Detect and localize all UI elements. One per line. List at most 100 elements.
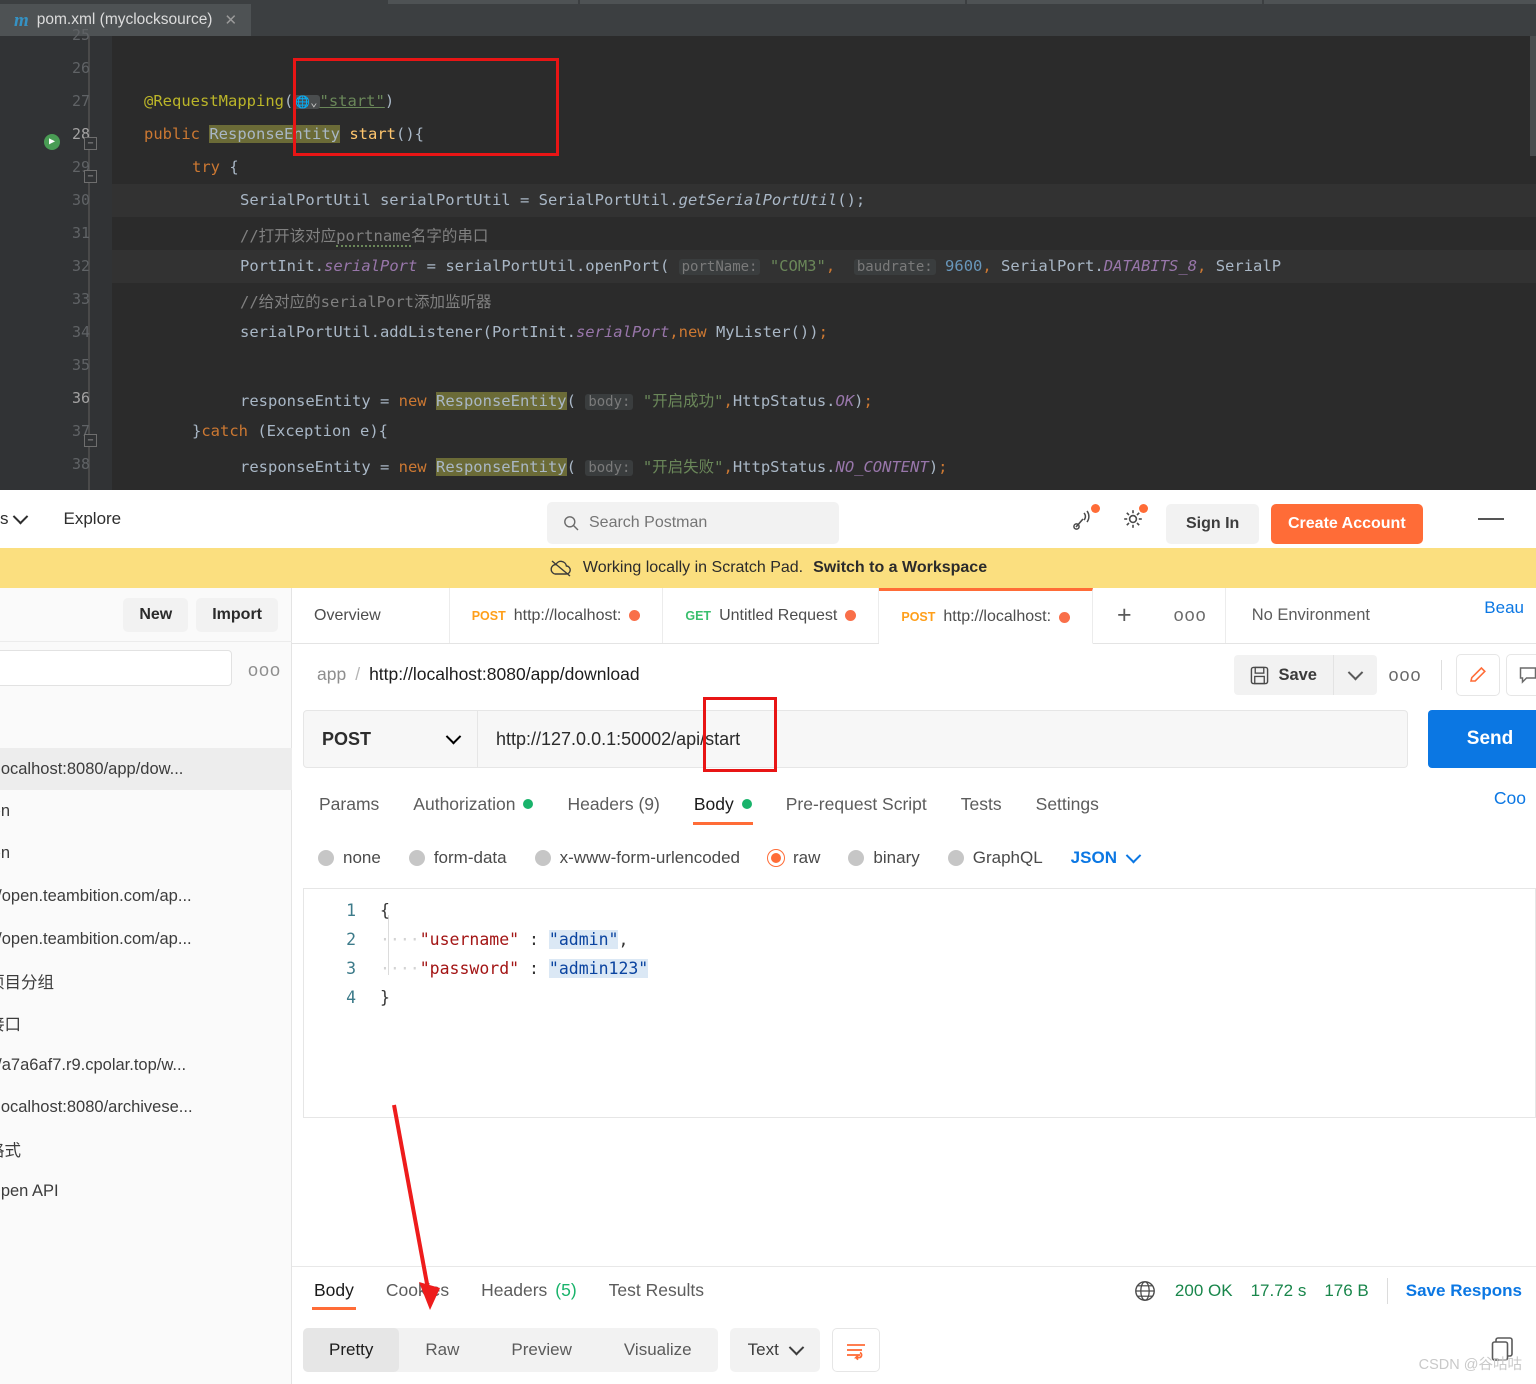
body-type-urlencoded[interactable]: x-www-form-urlencoded bbox=[521, 848, 754, 868]
minimize-button[interactable] bbox=[1478, 518, 1504, 520]
code-line-34: serialPortUtil.addListener(PortInit.seri… bbox=[240, 323, 828, 341]
fold-icon[interactable]: − bbox=[84, 434, 97, 447]
request-body-editor[interactable]: 1 { 2 ····"username" : "admin", 3 ····"p… bbox=[303, 888, 1536, 1118]
sidebar-item[interactable]: Open API bbox=[0, 1170, 292, 1212]
broadcast-button[interactable] bbox=[1068, 502, 1102, 536]
sidebar-item[interactable]: //localhost:8080/archivese... bbox=[0, 1086, 292, 1128]
request-more-options-icon[interactable]: ooo bbox=[1377, 655, 1433, 695]
search-input[interactable] bbox=[589, 514, 789, 532]
comment-button[interactable] bbox=[1506, 654, 1536, 696]
response-tab-test-results[interactable]: Test Results bbox=[593, 1270, 720, 1310]
tab-label: Tests bbox=[960, 793, 1002, 814]
save-options-button[interactable] bbox=[1333, 655, 1377, 695]
sidebar-item[interactable]: ion bbox=[0, 832, 292, 874]
tab-options-icon[interactable]: ooo bbox=[1156, 588, 1226, 643]
tab-settings[interactable]: Settings bbox=[1019, 784, 1116, 824]
sidebar-filter-input[interactable] bbox=[0, 650, 232, 686]
body-type-none[interactable]: none bbox=[304, 848, 395, 868]
sidebar-item-label: ://a7a6af7.r9.cpolar.top/w... bbox=[0, 1055, 187, 1074]
code-line-32: PortInit.serialPort = serialPortUtil.ope… bbox=[240, 257, 1282, 275]
tab-request-1[interactable]: POST http://localhost: bbox=[450, 588, 664, 643]
tab-label: Pre-request Script bbox=[785, 793, 927, 814]
line-number: 35 bbox=[71, 356, 90, 374]
sidebar-item[interactable]: ion bbox=[0, 790, 292, 832]
save-button[interactable]: Save bbox=[1234, 655, 1333, 695]
send-button[interactable]: Send bbox=[1428, 710, 1536, 768]
sidebar-item-label: 接口 bbox=[0, 1016, 21, 1034]
environment-selector[interactable]: No Environment bbox=[1226, 588, 1396, 643]
sidebar-item[interactable]: 接口 bbox=[0, 1002, 292, 1044]
notification-badge bbox=[1091, 504, 1100, 513]
run-gutter-icon[interactable]: ▶ bbox=[44, 134, 60, 150]
raw-format-selector[interactable]: JSON bbox=[1057, 847, 1153, 868]
wrap-lines-button[interactable] bbox=[831, 1328, 880, 1372]
settings-button[interactable] bbox=[1116, 502, 1150, 536]
edit-button[interactable] bbox=[1456, 654, 1500, 696]
breadcrumb-request-name[interactable]: http://localhost:8080/app/download bbox=[369, 664, 639, 685]
http-method-selector[interactable]: POST bbox=[303, 710, 478, 768]
tab-label: Untitled Request bbox=[719, 606, 838, 624]
json-colon: : bbox=[519, 959, 549, 978]
breadcrumb-row: app / http://localhost:8080/app/download… bbox=[292, 644, 1536, 704]
fold-icon[interactable]: − bbox=[84, 170, 97, 183]
tab-params[interactable]: Params bbox=[302, 784, 396, 824]
new-button[interactable]: New bbox=[123, 597, 189, 632]
ide-code-area[interactable]: 25 26 27 28 29 30 31 32 33 34 35 36 37 3… bbox=[0, 26, 1536, 490]
switch-workspace-link[interactable]: Switch to a Workspace bbox=[813, 559, 987, 577]
close-icon[interactable]: ✕ bbox=[224, 11, 237, 29]
view-mode-raw[interactable]: Raw bbox=[399, 1328, 485, 1372]
code-line-33: //给对应的serialPort添加监听器 bbox=[240, 293, 492, 311]
sidebar-item[interactable]: 格式 bbox=[0, 1128, 292, 1170]
import-button[interactable]: Import bbox=[196, 597, 278, 632]
view-mode-preview[interactable]: Preview bbox=[485, 1328, 597, 1372]
tab-headers[interactable]: Headers (9) bbox=[550, 784, 676, 824]
tab-authorization[interactable]: Authorization bbox=[396, 784, 550, 824]
save-disk-icon bbox=[1251, 666, 1269, 684]
main-panel: Overview POST http://localhost: GET Unti… bbox=[292, 588, 1536, 1384]
body-type-binary[interactable]: binary bbox=[834, 848, 933, 868]
sidebar-item[interactable]: ://open.teambition.com/ap... bbox=[0, 918, 292, 960]
tab-label: Test Results bbox=[608, 1279, 704, 1300]
chevron-down-icon bbox=[445, 728, 462, 744]
response-tab-body[interactable]: Body bbox=[298, 1270, 370, 1310]
beautify-button[interactable]: Beau bbox=[1484, 598, 1524, 618]
explore-button[interactable]: Explore bbox=[56, 503, 130, 535]
body-type-form-data[interactable]: form-data bbox=[395, 848, 521, 868]
view-mode-visualize[interactable]: Visualize bbox=[598, 1328, 718, 1372]
radio-label: none bbox=[343, 848, 381, 867]
sidebar-item[interactable]: 项目分组 bbox=[0, 960, 292, 1002]
tab-body[interactable]: Body bbox=[677, 784, 769, 825]
workspaces-menu[interactable]: s bbox=[0, 503, 34, 535]
tab-pre-request-script[interactable]: Pre-request Script bbox=[769, 784, 944, 824]
body-type-raw[interactable]: raw bbox=[754, 848, 834, 868]
breadcrumb-collection[interactable]: app bbox=[317, 664, 346, 685]
tab-label: http://localhost: bbox=[943, 608, 1052, 625]
tab-request-2[interactable]: GET Untitled Request bbox=[663, 588, 880, 643]
response-tab-headers[interactable]: Headers (5) bbox=[465, 1270, 593, 1310]
fold-icon[interactable]: − bbox=[84, 137, 97, 150]
search-bar[interactable] bbox=[547, 502, 839, 544]
tab-tests[interactable]: Tests bbox=[944, 784, 1019, 824]
tab-request-3-active[interactable]: POST http://localhost: bbox=[879, 588, 1094, 644]
sidebar-item[interactable]: ://open.teambition.com/ap... bbox=[0, 874, 292, 918]
response-format-selector[interactable]: Text bbox=[729, 1328, 820, 1372]
sidebar-item[interactable]: ://a7a6af7.r9.cpolar.top/w... bbox=[0, 1044, 292, 1086]
cookies-link[interactable]: Coo bbox=[1494, 788, 1526, 809]
create-account-button[interactable]: Create Account bbox=[1271, 504, 1423, 544]
save-response-button[interactable]: Save Respons bbox=[1406, 1281, 1522, 1301]
headers-count: (5) bbox=[555, 1279, 577, 1300]
url-input[interactable]: http://127.0.0.1:50002/api/start bbox=[478, 710, 1408, 768]
sidebar-more-icon[interactable]: ooo bbox=[248, 660, 281, 681]
sign-in-button[interactable]: Sign In bbox=[1166, 504, 1260, 544]
line-number: 2 bbox=[346, 930, 356, 949]
body-type-graphql[interactable]: GraphQL bbox=[934, 848, 1057, 868]
response-tab-cookies[interactable]: Cookies bbox=[370, 1270, 465, 1310]
new-tab-button[interactable]: + bbox=[1093, 588, 1156, 643]
radio-label: raw bbox=[793, 848, 821, 867]
view-mode-pretty[interactable]: Pretty bbox=[303, 1328, 400, 1372]
tab-label: Body bbox=[314, 1279, 354, 1300]
ide-tabstrip-seg bbox=[580, 0, 965, 4]
sidebar-item[interactable]: //localhost:8080/app/dow... bbox=[0, 748, 292, 790]
tab-overview[interactable]: Overview bbox=[292, 588, 450, 643]
notification-badge bbox=[1139, 504, 1148, 513]
